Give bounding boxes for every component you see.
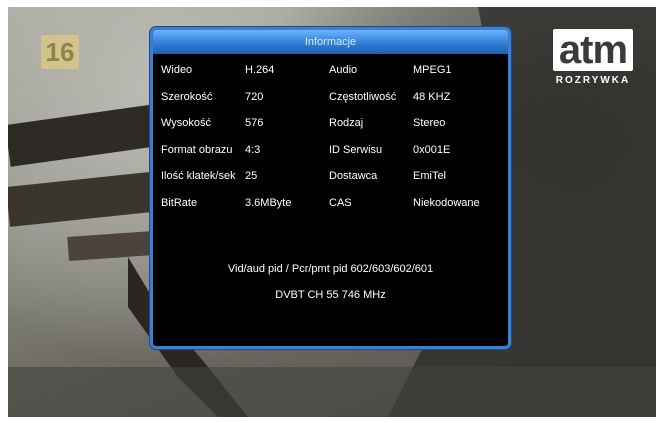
info-grid: Wideo H.264 Audio MPEG1 Szerokość 720 Cz… — [161, 64, 501, 223]
info-dialog: Informacje Wideo H.264 Audio MPEG1 Szero… — [150, 27, 511, 349]
info-row: Szerokość 720 Częstotliwość 48 KHZ — [161, 91, 501, 118]
info-row: Wysokość 576 Rodzaj Stereo — [161, 117, 501, 144]
pid-info-line: Vid/aud pid / Pcr/pmt pid 602/603/602/60… — [227, 263, 434, 275]
info-row: Wideo H.264 Audio MPEG1 — [161, 64, 501, 91]
info-value: 720 — [245, 90, 264, 103]
info-value: 3.6MByte — [245, 196, 292, 209]
channel-logo-sub: ROZRYWKA — [555, 75, 631, 86]
info-value: 0x001E — [413, 143, 451, 156]
info-row: BitRate 3.6MByte CAS Niekodowane — [161, 197, 501, 224]
info-value: MPEG1 — [413, 64, 452, 76]
info-value: 576 — [245, 117, 264, 129]
dvbt-info-line: DVBT CH 55 746 MHz — [275, 289, 386, 301]
rifle-barrel — [8, 104, 160, 167]
info-label: Audio — [329, 64, 358, 76]
info-value: 48 KHZ — [413, 90, 451, 103]
lower-shadow — [8, 367, 656, 417]
info-label: Szerokość — [161, 90, 213, 103]
age-rating-badge: 16 — [41, 35, 79, 69]
info-value: 4:3 — [245, 143, 261, 156]
info-value: 25 — [245, 170, 258, 182]
info-value: EmiTel — [413, 170, 447, 182]
info-label: Wysokość — [161, 117, 212, 129]
info-label: Format obrazu — [161, 143, 233, 156]
channel-logo-main: atm — [552, 29, 634, 71]
info-value: H.264 — [245, 64, 275, 76]
info-label: BitRate — [161, 196, 198, 209]
info-label: Dostawca — [329, 170, 378, 182]
channel-logo: atm ROZRYWKA — [543, 29, 643, 99]
info-label: Ilość klatek/sek — [161, 170, 236, 182]
info-label: Częstotliwość — [329, 90, 397, 103]
info-label: Wideo — [161, 64, 193, 76]
info-label: Rodzaj — [329, 117, 364, 129]
info-value: Stereo — [413, 117, 446, 129]
rifle-body — [8, 170, 170, 227]
info-row: Format obrazu 4:3 ID Serwisu 0x001E — [161, 144, 501, 171]
info-label: ID Serwisu — [329, 143, 383, 156]
info-row: Ilość klatek/sek 25 Dostawca EmiTel — [161, 170, 501, 197]
info-label: CAS — [329, 196, 352, 209]
dialog-title: Informacje — [153, 30, 508, 54]
info-value: Niekodowane — [413, 196, 480, 209]
